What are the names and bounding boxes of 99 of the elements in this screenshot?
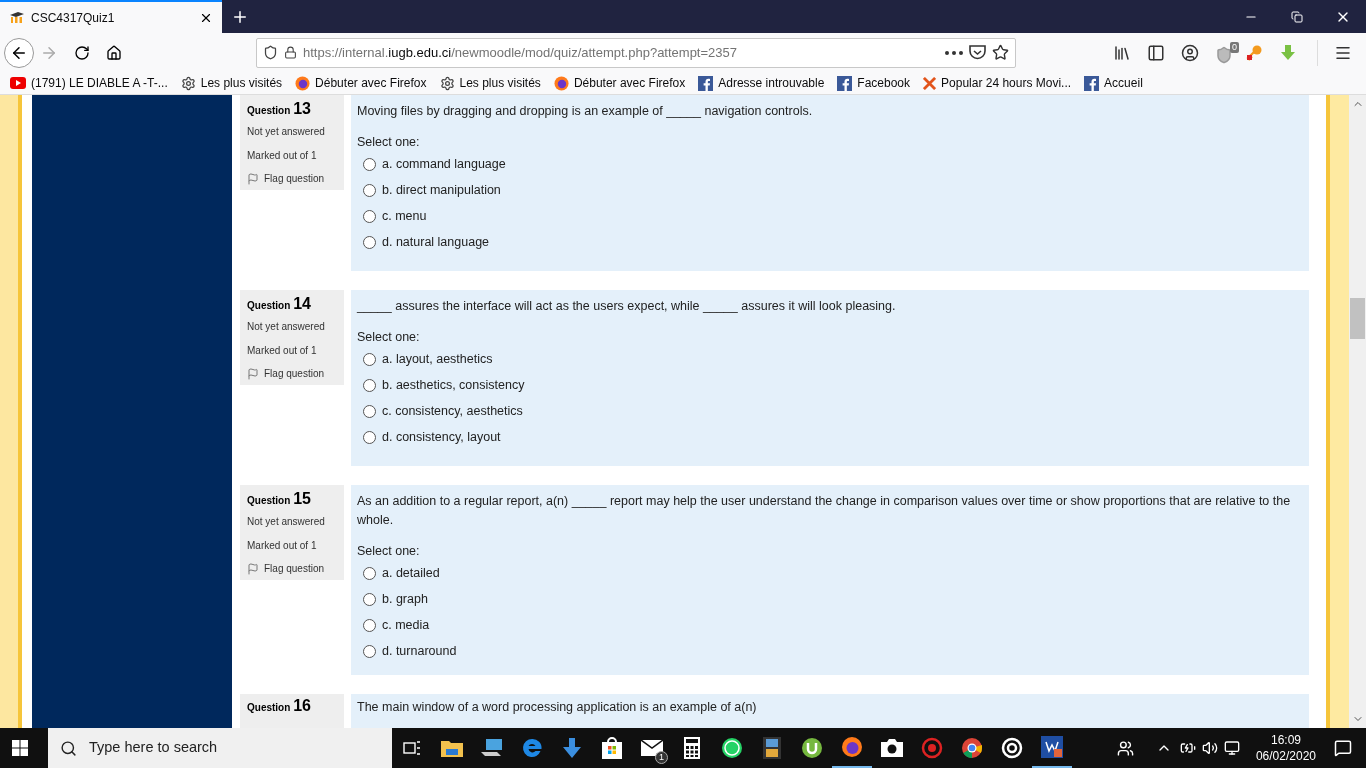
question-prompt: Moving files by dragging and dropping is an example of _____ navigation controls.	[357, 103, 814, 120]
option-label[interactable]: d. natural language	[382, 233, 490, 253]
fox-globe-icon	[295, 75, 311, 91]
mail-badge: 1	[655, 751, 668, 764]
radio-button[interactable]	[363, 379, 376, 393]
question-prompt: The main window of a word processing application is an example of a(n)	[357, 698, 758, 716]
radio-button[interactable]	[363, 184, 376, 198]
question-number: Question 16	[247, 697, 312, 716]
option-label[interactable]: c. menu	[382, 207, 427, 227]
option-label[interactable]: b. direct manipulation	[382, 181, 501, 201]
option-label[interactable]: a. detailed	[382, 564, 440, 584]
radio-button[interactable]	[363, 353, 376, 367]
account-icon[interactable]	[1181, 43, 1199, 62]
flag-question-link[interactable]: Flag question	[247, 561, 325, 576]
people-icon[interactable]	[1116, 739, 1134, 757]
select-one-label: Select one:	[357, 329, 421, 346]
bookmark-item[interactable]: (1791) LE DIABLE A -T-...	[10, 74, 168, 92]
gear-icon	[180, 75, 196, 91]
taskbar-clock[interactable]: 16:09 06/02/2020	[1251, 732, 1320, 764]
select-one-label: Select one:	[357, 134, 421, 151]
fox-globe-icon[interactable]	[841, 736, 863, 758]
url-text: https://internal.iugb.edu.ci/newmoodle/mod/quiz/attempt.php?attempt=2357	[303, 43, 738, 62]
taskbar-search-field[interactable]: Type here to search	[48, 728, 392, 768]
browser-tab[interactable]: CSC4317Quiz1	[0, 0, 222, 33]
fox-globe-icon	[553, 75, 569, 91]
more-dots-icon[interactable]	[945, 50, 963, 55]
question-status: Not yet answered	[247, 515, 326, 529]
bookmark-item[interactable]: Les plus visités	[180, 74, 283, 92]
back-button[interactable]	[4, 37, 34, 68]
f-letter-icon	[837, 75, 853, 91]
scrollbar-thumb[interactable]	[1350, 298, 1365, 339]
pocket-icon[interactable]	[969, 45, 986, 60]
lock-icon	[284, 46, 297, 59]
bookmark-item[interactable]: Les plus visités	[439, 74, 541, 92]
question-number: Question 15	[247, 491, 312, 509]
moodle-cap-icon	[9, 11, 25, 24]
tab-title: CSC4317Quiz1	[31, 9, 116, 27]
addon-badge: 0	[1230, 41, 1239, 53]
radio-button[interactable]	[363, 405, 376, 419]
restore-icon[interactable]	[1291, 10, 1303, 23]
question-status: Not yet answered	[247, 320, 326, 334]
question-prompt: As an addition to a regular report, a(n) _____ report may help the user understand the change in comparison values over time or show proportions that are relative to the whole.	[357, 493, 1292, 529]
video-play-icon	[10, 77, 26, 89]
flag-icon	[247, 367, 259, 380]
bookmark-item[interactable]: Débuter avec Firefox	[553, 74, 686, 92]
sidebar-icon[interactable]	[1147, 43, 1165, 62]
bookmark-star-icon[interactable]	[992, 44, 1009, 61]
question-marks: Marked out of 1	[247, 539, 318, 553]
flag-icon	[247, 562, 259, 575]
network-icon[interactable]	[1223, 740, 1240, 756]
library-icon[interactable]	[1113, 43, 1131, 62]
flag-question-link[interactable]: Flag question	[247, 171, 325, 186]
home-icon[interactable]	[106, 44, 122, 61]
gear-icon	[439, 75, 455, 91]
bookmark-item[interactable]: Adresse introuvable	[698, 74, 825, 92]
cross-icon	[923, 76, 937, 90]
option-label[interactable]: b. aesthetics, consistency	[382, 376, 525, 396]
speaker-icon[interactable]	[1201, 740, 1218, 756]
office-app-icon[interactable]	[1041, 736, 1063, 758]
option-label[interactable]: a. command language	[382, 155, 506, 175]
bookmark-item[interactable]: Popular 24 hours Movi...	[923, 74, 1072, 92]
question-number: Question 13	[247, 101, 312, 119]
question-marks: Marked out of 1	[247, 149, 318, 163]
shield-icon	[263, 45, 278, 60]
radio-button[interactable]	[363, 645, 376, 659]
question-number: Question 14	[247, 296, 312, 314]
scrollbar[interactable]	[1349, 95, 1366, 728]
radio-button[interactable]	[363, 158, 376, 172]
battery-icon[interactable]	[1179, 740, 1196, 756]
flag-question-link[interactable]: Flag question	[247, 366, 325, 381]
radio-button[interactable]	[363, 567, 376, 581]
option-label[interactable]: d. consistency, layout	[382, 428, 501, 448]
flag-icon	[247, 172, 259, 185]
option-label[interactable]: a. layout, aesthetics	[382, 350, 493, 370]
notifications-icon[interactable]	[1334, 739, 1352, 757]
radio-button[interactable]	[363, 236, 376, 250]
mail-icon[interactable]	[641, 740, 663, 756]
key-icon[interactable]	[1245, 43, 1263, 62]
search-icon	[60, 739, 77, 757]
radio-button[interactable]	[363, 210, 376, 224]
f-letter-icon	[1084, 75, 1100, 91]
option-label[interactable]: c. media	[382, 616, 430, 636]
option-label[interactable]: d. turnaround	[382, 642, 457, 662]
radio-button[interactable]	[363, 593, 376, 607]
option-label[interactable]: c. consistency, aesthetics	[382, 402, 523, 422]
bookmark-item[interactable]: Facebook	[837, 74, 911, 92]
radio-button[interactable]	[363, 619, 376, 633]
bookmark-item[interactable]: Accueil	[1084, 74, 1143, 92]
radio-button[interactable]	[363, 431, 376, 445]
select-one-label: Select one:	[357, 543, 421, 560]
bookmark-item[interactable]: Débuter avec Firefox	[295, 74, 427, 92]
option-label[interactable]: b. graph	[382, 590, 428, 610]
shield-icon[interactable]	[1215, 45, 1233, 64]
question-prompt: _____ assures the interface will act as the users expect, while _____ assures it will look pleasing.	[357, 298, 897, 315]
question-marks: Marked out of 1	[247, 344, 318, 358]
question-status: Not yet answered	[247, 125, 326, 139]
url-bar[interactable]: https://internal.iugb.edu.ci/newmoodle/mod/quiz/attempt.php?attempt=2357	[256, 37, 1016, 68]
f-letter-icon	[698, 75, 714, 91]
reload-icon[interactable]	[74, 44, 90, 61]
